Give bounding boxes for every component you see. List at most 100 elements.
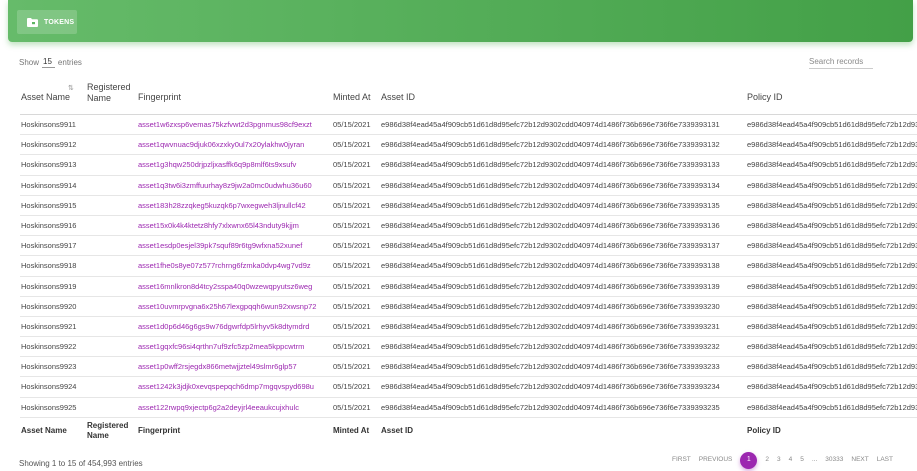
page-2[interactable]: 2	[761, 451, 773, 469]
cell-asset-name: Hoskinsons9911	[21, 120, 76, 129]
cell-policy-id: e986d38f4ead45a4f909cb51d61d8d95efc72b12…	[747, 342, 917, 352]
table-footer: Asset Name Registered Name Fingerprint M…	[20, 418, 917, 444]
cell-fingerprint-link[interactable]: asset1p0wff2rsjegdx866metwjjztel49slmr6g…	[138, 357, 331, 377]
cell-asset-id: e986d38f4ead45a4f909cb51d61d8d95efc72b12…	[381, 220, 720, 230]
cell-fingerprint-link[interactable]: asset16mnlkron8d4tcy2sspa40q0wzewqpyutsz…	[138, 277, 331, 297]
page-first[interactable]: FIRST	[668, 451, 695, 469]
tokens-button[interactable]: TOKENS	[17, 10, 77, 34]
cell-fingerprint-link[interactable]: asset15x0k4k4ktetz8hfy7xlxwnx65l43nduty9…	[138, 216, 331, 236]
entries-label: entries	[57, 58, 82, 67]
table-row: Hoskinsons9913 asset1g3hqw250drjpzljxasff…	[20, 155, 917, 176]
cell-asset-id: e986d38f4ead45a4f909cb51d61d8d95efc72b12…	[381, 362, 720, 372]
page-3[interactable]: 3	[773, 451, 785, 469]
cell-minted-at: 05/15/2021	[333, 160, 371, 170]
table-row: Hoskinsons9920 asset10uvmrpvgna6x25h67lex…	[20, 297, 917, 317]
table-row: Hoskinsons9924 asset1242k3jdjk0xevqspepqc…	[20, 377, 917, 398]
table-row: Hoskinsons9921 asset1d0p6d46g6gs9w76dgwrf…	[20, 317, 917, 338]
sort-icon[interactable]: ⇅	[68, 84, 74, 92]
header-bar: TOKENS	[8, 0, 913, 42]
page-next[interactable]: NEXT	[847, 451, 872, 469]
cell-fingerprint-link[interactable]: asset10uvmrpvgna6x25h67lexgpqqh6wun92xws…	[138, 297, 331, 317]
cell-fingerprint-link[interactable]: asset1esdp0esjel39pk7squf89r6tg9wfxna52x…	[138, 236, 331, 256]
cell-asset-name: Hoskinsons9920	[21, 301, 77, 311]
cell-minted-at: 05/15/2021	[333, 261, 371, 271]
cell-fingerprint-link[interactable]: asset183h28zzqkeg5kuzqk6p7wxegweh3ljnull…	[138, 196, 331, 216]
page-4[interactable]: 4	[785, 451, 797, 469]
cell-policy-id: e986d38f4ead45a4f909cb51d61d8d95efc72b12…	[747, 362, 917, 372]
cell-fingerprint-link[interactable]: asset1g3hqw250drjpzljxasffk6q9p8mlf6ts9x…	[138, 155, 331, 175]
cell-fingerprint-link[interactable]: asset1fhe0s8ye07z577rchrng6fzmka0dvp4wg7…	[138, 256, 331, 276]
cell-policy-id: e986d38f4ead45a4f909cb51d61d8d95efc72b12…	[747, 301, 917, 311]
cell-fingerprint-link[interactable]: asset1242k3jdjk0xevqspepqch6dmp7mgqvspyd…	[138, 377, 331, 397]
cell-asset-id: e986d38f4ead45a4f909cb51d61d8d95efc72b12…	[381, 120, 720, 129]
page-5[interactable]: 5	[796, 451, 808, 469]
cell-minted-at: 05/15/2021	[333, 301, 371, 311]
cell-asset-name: Hoskinsons9918	[21, 261, 77, 271]
cell-fingerprint-link[interactable]: asset1w6zxsp6vemas75kzfvwt2d3pgnmus98cf9…	[138, 115, 331, 135]
cell-policy-id: e986d38f4ead45a4f909cb51d61d8d95efc72b12…	[747, 160, 917, 170]
page-length-select[interactable]: 15	[42, 57, 55, 68]
cell-fingerprint-link[interactable]: asset1gqxfc96si4qrthn7uf9zfc5zp2mea5kppc…	[138, 337, 331, 357]
foot-fingerprint: Fingerprint	[138, 425, 181, 435]
cell-policy-id: e986d38f4ead45a4f909cb51d61d8d95efc72b12…	[747, 261, 917, 271]
tokens-button-label: TOKENS	[44, 18, 75, 26]
col-policy-id[interactable]: Policy ID	[747, 92, 917, 103]
cell-policy-id: e986d38f4ead45a4f909cb51d61d8d95efc72b12…	[747, 402, 917, 412]
table-row: Hoskinsons9918 asset1fhe0s8ye07z577rchrng…	[20, 256, 917, 277]
col-registered-name[interactable]: Registered Name	[87, 82, 133, 104]
cell-fingerprint-link[interactable]: asset1q3tw6i3zmffuurhay8z9jw2a0mc0udwhu3…	[138, 176, 331, 196]
cell-minted-at: 05/15/2021	[333, 362, 371, 372]
cell-asset-name: Hoskinsons9923	[21, 362, 77, 372]
col-minted-at[interactable]: Minted At	[333, 92, 381, 103]
cell-asset-name: Hoskinsons9919	[21, 281, 77, 291]
cell-asset-name: Hoskinsons9913	[21, 160, 77, 170]
cell-fingerprint-link[interactable]: asset1qwvnuac9djuk06xzxky0ul7x20ylakhw0j…	[138, 135, 331, 155]
cell-asset-name: Hoskinsons9924	[21, 382, 77, 392]
col-asset-id[interactable]: Asset ID	[381, 92, 746, 103]
cell-asset-name: Hoskinsons9916	[21, 220, 77, 230]
cell-asset-id: e986d38f4ead45a4f909cb51d61d8d95efc72b12…	[381, 342, 720, 352]
page-last-number[interactable]: 30333	[821, 451, 847, 469]
cell-asset-id: e986d38f4ead45a4f909cb51d61d8d95efc72b12…	[381, 180, 720, 190]
page-last[interactable]: LAST	[873, 451, 897, 469]
cell-asset-name: Hoskinsons9922	[21, 342, 77, 352]
cell-asset-id: e986d38f4ead45a4f909cb51d61d8d95efc72b12…	[381, 241, 720, 251]
page-1[interactable]: 1	[740, 451, 758, 469]
cell-asset-id: e986d38f4ead45a4f909cb51d61d8d95efc72b12…	[381, 261, 720, 271]
cell-asset-name: Hoskinsons9914	[21, 180, 77, 190]
table-row: Hoskinsons9911 asset1w6zxsp6vemas75kzfvwt…	[20, 115, 917, 136]
table-row: Hoskinsons9915 asset183h28zzqkeg5kuzqk6p7…	[20, 196, 917, 216]
cell-policy-id: e986d38f4ead45a4f909cb51d61d8d95efc72b12…	[747, 180, 917, 190]
table-row: Hoskinsons9916 asset15x0k4k4ktetz8hfy7xlx…	[20, 216, 917, 237]
cell-fingerprint-link[interactable]: asset1d0p6d46g6gs9w76dgwrfdp5lrhyv5k8dty…	[138, 317, 331, 337]
page-length-control: Show 15 entries	[19, 57, 82, 68]
page-previous[interactable]: PREVIOUS	[695, 451, 737, 469]
cell-policy-id: e986d38f4ead45a4f909cb51d61d8d95efc72b12…	[747, 220, 917, 230]
cell-asset-id: e986d38f4ead45a4f909cb51d61d8d95efc72b12…	[381, 402, 720, 412]
cell-policy-id: e986d38f4ead45a4f909cb51d61d8d95efc72b12…	[747, 140, 917, 150]
cell-minted-at: 05/15/2021	[333, 342, 371, 352]
cell-minted-at: 05/15/2021	[333, 180, 371, 190]
cell-asset-id: e986d38f4ead45a4f909cb51d61d8d95efc72b12…	[381, 321, 720, 331]
table-row: Hoskinsons9925 asset122rwpq9xjectp6g2a2de…	[20, 398, 917, 418]
cell-minted-at: 05/15/2021	[333, 140, 371, 150]
table-row: Hoskinsons9912 asset1qwvnuac9djuk06xzxky0…	[20, 135, 917, 156]
cell-policy-id: e986d38f4ead45a4f909cb51d61d8d95efc72b12…	[747, 382, 917, 392]
col-fingerprint[interactable]: Fingerprint	[138, 92, 331, 103]
cell-policy-id: e986d38f4ead45a4f909cb51d61d8d95efc72b12…	[747, 281, 917, 291]
search-input[interactable]	[809, 55, 873, 69]
cell-asset-id: e986d38f4ead45a4f909cb51d61d8d95efc72b12…	[381, 382, 720, 392]
cell-fingerprint-link[interactable]: asset122rwpq9xjectp6g2a2deyjrl4eeaukcujx…	[138, 398, 331, 418]
table-row: Hoskinsons9919 asset16mnlkron8d4tcy2sspa4…	[20, 277, 917, 297]
table-info: Showing 1 to 15 of 454,993 entries	[19, 459, 143, 468]
cell-minted-at: 05/15/2021	[333, 402, 371, 412]
cell-asset-name: Hoskinsons9921	[21, 321, 77, 331]
cell-policy-id: e986d38f4ead45a4f909cb51d61d8d95efc72b12…	[747, 200, 917, 210]
cell-asset-id: e986d38f4ead45a4f909cb51d61d8d95efc72b12…	[381, 281, 720, 291]
cell-minted-at: 05/15/2021	[333, 382, 371, 392]
cell-asset-name: Hoskinsons9912	[21, 140, 77, 150]
cell-policy-id: e986d38f4ead45a4f909cb51d61d8d95efc72b12…	[747, 241, 917, 251]
cell-asset-name: Hoskinsons9917	[21, 241, 77, 251]
cell-asset-name: Hoskinsons9915	[21, 200, 77, 210]
foot-minted-at: Minted At	[333, 425, 370, 435]
